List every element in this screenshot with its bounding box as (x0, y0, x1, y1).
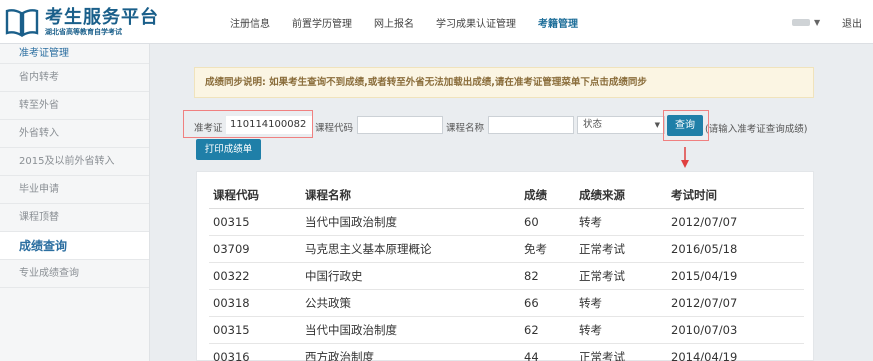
logo-title: 考生服务平台 (45, 6, 159, 28)
cell-course-name: 西方政治制度 (301, 343, 520, 361)
cell-exam-date: 2012/07/07 (667, 289, 804, 317)
sidebar: 准考证管理 省内转考 转至外省 外省转入 2015及以前外省转入 毕业申请 课程… (0, 44, 150, 361)
cell-exam-date: 2014/04/19 (667, 343, 804, 361)
logo-subtitle: 湖北省高等教育自学考试 (45, 27, 122, 36)
cell-exam-date: 2015/04/19 (667, 262, 804, 290)
nav-item-credit-recognition[interactable]: 学习成果认证管理 (436, 15, 516, 30)
username-redacted (792, 18, 810, 26)
ticket-input[interactable]: 110114100082 (226, 116, 312, 134)
table-row: 00315 当代中国政治制度 62 转考 2010/07/03 (209, 316, 804, 344)
cell-score: 66 (520, 289, 575, 317)
nav-item-enrollment-management[interactable]: 考籍管理 (538, 15, 578, 30)
table-header-row: 课程代码 课程名称 成绩 成绩来源 考试时间 (209, 182, 804, 209)
logout-link[interactable]: 退出 (842, 15, 862, 30)
cell-exam-date: 2010/07/03 (667, 316, 804, 344)
cell-score: 免考 (520, 235, 575, 263)
column-header-course-code: 课程代码 (209, 182, 301, 209)
cell-score: 82 (520, 262, 575, 290)
cell-course-code: 00318 (209, 289, 301, 317)
sidebar-item-transfer-out[interactable]: 转至外省 (0, 92, 149, 120)
column-header-score-source: 成绩来源 (575, 182, 667, 209)
ticket-label: 准考证 (194, 123, 223, 134)
column-header-score: 成绩 (520, 182, 575, 209)
cell-course-name: 中国行政史 (301, 262, 520, 290)
course-code-label: 课程代码 (315, 123, 354, 134)
logo[interactable]: 考生服务平台 湖北省高等教育自学考试 (5, 6, 159, 38)
open-book-icon (5, 9, 39, 37)
cell-score: 60 (520, 208, 575, 236)
sidebar-item-graduation[interactable]: 毕业申请 (0, 176, 149, 204)
column-header-course-name: 课程名称 (301, 182, 520, 209)
table-row: 03709 马克思主义基本原理概论 免考 正常考试 2016/05/18 (209, 235, 804, 263)
cell-score: 44 (520, 343, 575, 361)
table-row: 00315 当代中国政治制度 60 转考 2012/07/07 (209, 208, 804, 236)
chevron-down-icon: ▼ (654, 121, 660, 129)
course-code-input[interactable] (357, 116, 443, 134)
red-arrow-icon (681, 147, 689, 168)
cell-score: 62 (520, 316, 575, 344)
sidebar-section-ticket-management[interactable]: 准考证管理 (0, 44, 149, 64)
course-name-label: 课程名称 (446, 123, 485, 134)
cell-score-source: 正常考试 (575, 262, 667, 290)
cell-course-code: 00316 (209, 343, 301, 361)
results-panel: 课程代码 课程名称 成绩 成绩来源 考试时间 00315 当代中国政治制度 60 转考… (196, 171, 814, 361)
user-menu[interactable]: ▼ (792, 17, 822, 27)
sidebar-item-legacy-transfer-in[interactable]: 2015及以前外省转入 (0, 148, 149, 176)
cell-course-code: 03709 (209, 235, 301, 263)
cell-score-source: 正常考试 (575, 343, 667, 361)
chevron-down-icon: ▼ (814, 17, 821, 27)
nav-item-online-registration[interactable]: 网上报名 (374, 15, 414, 30)
table-row: 00316 西方政治制度 44 正常考试 2014/04/19 (209, 343, 804, 361)
cell-course-code: 00322 (209, 262, 301, 290)
nav-item-prior-education[interactable]: 前置学历管理 (292, 15, 352, 30)
sidebar-item-province-transfer[interactable]: 省内转考 (0, 64, 149, 92)
cell-course-name: 马克思主义基本原理概论 (301, 235, 520, 263)
status-select-value: 状态 (583, 119, 603, 130)
cell-exam-date: 2016/05/18 (667, 235, 804, 263)
cell-course-code: 00315 (209, 208, 301, 236)
sync-notice: 成绩同步说明: 如果考生查询不到成绩,或者转至外省无法加载出成绩,请在准考证管理… (194, 67, 814, 98)
query-hint: (请输入准考证查询成绩) (705, 124, 808, 135)
cell-exam-date: 2012/07/07 (667, 208, 804, 236)
cell-score-source: 转考 (575, 316, 667, 344)
sidebar-item-course-substitution[interactable]: 课程顶替 (0, 204, 149, 232)
sidebar-item-transfer-in[interactable]: 外省转入 (0, 120, 149, 148)
cell-score-source: 转考 (575, 208, 667, 236)
top-header: 考生服务平台 湖北省高等教育自学考试 注册信息 前置学历管理 网上报名 学习成果… (0, 0, 873, 44)
table-row: 00322 中国行政史 82 正常考试 2015/04/19 (209, 262, 804, 290)
sidebar-item-score-query[interactable]: 成绩查询 (0, 232, 149, 260)
score-table: 课程代码 课程名称 成绩 成绩来源 考试时间 00315 当代中国政治制度 60 转考… (209, 182, 804, 361)
status-select[interactable]: 状态 ▼ (577, 116, 665, 134)
print-transcript-button[interactable]: 打印成绩单 (196, 139, 261, 160)
query-button[interactable]: 查询 (667, 115, 703, 136)
cell-course-name: 当代中国政治制度 (301, 316, 520, 344)
cell-course-name: 公共政策 (301, 289, 520, 317)
nav-item-register[interactable]: 注册信息 (230, 15, 270, 30)
main-nav: 注册信息 前置学历管理 网上报名 学习成果认证管理 考籍管理 (230, 0, 600, 44)
column-header-exam-date: 考试时间 (667, 182, 804, 209)
cell-score-source: 转考 (575, 289, 667, 317)
cell-course-code: 00315 (209, 316, 301, 344)
sidebar-item-major-score-query[interactable]: 专业成绩查询 (0, 260, 149, 288)
cell-score-source: 正常考试 (575, 235, 667, 263)
table-row: 00318 公共政策 66 转考 2012/07/07 (209, 289, 804, 317)
cell-course-name: 当代中国政治制度 (301, 208, 520, 236)
course-name-input[interactable] (488, 116, 574, 134)
